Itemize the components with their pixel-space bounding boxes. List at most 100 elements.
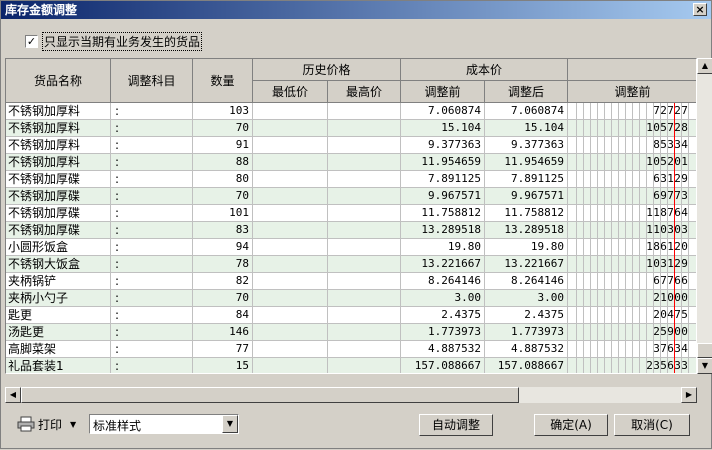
horizontal-scroll-thumb[interactable] [21,387,519,403]
cell-after[interactable]: 9.967571 [485,188,568,205]
cell-amount-before[interactable]: 69773 [568,188,696,205]
table-row[interactable]: 小圆形饭盒:94 19.80 19.80 1 8 6 1 2 0 [6,239,696,256]
table-row[interactable]: 不锈钢加厚料:70 15.104 15.104 1 0 5 7 2 8 [6,120,696,137]
filter-checkbox-row[interactable]: ✓ 只显示当期有业务发生的货品 [25,31,203,51]
cell-account[interactable]: : [111,222,193,239]
table-row[interactable]: 不锈钢加厚碟:101 11.758812 11.758812 1 1 8 7 6 4 [6,205,696,222]
print-button[interactable]: 打印 ▼ [17,414,76,434]
cell-qty[interactable]: 101 [193,205,253,222]
cell-before[interactable]: 13.221667 [401,256,485,273]
cell-name[interactable]: 不锈钢加厚料 [6,120,111,137]
cell-account[interactable]: : [111,256,193,273]
vertical-scroll-thumb[interactable] [697,343,712,358]
cell-qty[interactable]: 70 [193,120,253,137]
col-header-min-price[interactable]: 最低价 [253,81,328,103]
cell-qty[interactable]: 94 [193,239,253,256]
ok-button[interactable]: 确定(A) [534,414,608,436]
auto-adjust-button[interactable]: 自动调整 [419,414,493,436]
table-row[interactable]: 不锈钢加厚料:91 9.377363 9.377363 8 5 3 3 4 [6,137,696,154]
col-header-qty[interactable]: 数量 [193,59,253,103]
cell-name[interactable]: 不锈钢加厚碟 [6,205,111,222]
table-row[interactable]: 礼品套装1:15 157.088667 157.088667 2 3 5 6 3 3 [6,358,696,373]
cell-name[interactable]: 夹柄锅铲 [6,273,111,290]
style-select[interactable]: 标准样式 ▼ [89,414,239,434]
title-bar[interactable]: 库存金额调整 × [1,1,711,19]
col-header-name[interactable]: 货品名称 [6,59,111,103]
cell-after[interactable]: 11.758812 [485,205,568,222]
cell-empty[interactable] [328,205,401,222]
cell-name[interactable]: 夹柄小勺子 [6,290,111,307]
cell-qty[interactable]: 91 [193,137,253,154]
cell-qty[interactable]: 70 [193,188,253,205]
cell-empty[interactable] [328,290,401,307]
cell-account[interactable]: : [111,239,193,256]
cell-qty[interactable]: 70 [193,290,253,307]
cell-after[interactable]: 4.887532 [485,341,568,358]
cell-account[interactable]: : [111,103,193,120]
table-row[interactable]: 不锈钢加厚碟:83 13.289518 13.289518 1 1 0 3 0 3 [6,222,696,239]
cell-empty[interactable] [253,137,328,154]
cell-before[interactable]: 7.060874 [401,103,485,120]
cell-empty[interactable] [253,307,328,324]
cell-empty[interactable] [328,307,401,324]
cell-qty[interactable]: 15 [193,358,253,373]
cell-name[interactable]: 不锈钢加厚料 [6,103,111,120]
cell-name[interactable]: 不锈钢加厚碟 [6,188,111,205]
cell-name[interactable]: 匙更 [6,307,111,324]
cell-name[interactable]: 礼品套装1 [6,358,111,373]
print-dropdown-icon[interactable]: ▼ [70,420,76,429]
cell-empty[interactable] [328,154,401,171]
cell-account[interactable]: : [111,273,193,290]
cell-qty[interactable]: 77 [193,341,253,358]
cancel-button[interactable]: 取消(C) [614,414,690,436]
vertical-scrollbar[interactable]: ▲ ▼ [697,58,712,374]
cell-amount-before[interactable]: 63129 [568,171,696,188]
cell-account[interactable]: : [111,137,193,154]
table-row[interactable]: 不锈钢加厚碟:80 7.891125 7.891125 6 3 1 2 9 [6,171,696,188]
scroll-left-icon[interactable]: ◀ [5,387,21,403]
cell-after[interactable]: 19.80 [485,239,568,256]
close-button[interactable]: × [693,3,707,16]
cell-qty[interactable]: 83 [193,222,253,239]
cell-before[interactable]: 3.00 [401,290,485,307]
cell-before[interactable]: 13.289518 [401,222,485,239]
cell-account[interactable]: : [111,120,193,137]
cell-before[interactable]: 4.887532 [401,341,485,358]
cell-empty[interactable] [253,222,328,239]
cell-after[interactable]: 3.00 [485,290,568,307]
cell-after[interactable]: 1.773973 [485,324,568,341]
cell-before[interactable]: 9.377363 [401,137,485,154]
cell-empty[interactable] [253,154,328,171]
inventory-grid[interactable]: 货品名称 调整科目 数量 历史价格 最低价 最高价 成本价 调整前 调整后 调整… [5,58,697,374]
cell-amount-before[interactable]: 105728 [568,120,696,137]
cell-qty[interactable]: 84 [193,307,253,324]
cell-amount-before[interactable]: 186120 [568,239,696,256]
cell-name[interactable]: 高脚菜架 [6,341,111,358]
cell-amount-before[interactable]: 37634 [568,341,696,358]
cell-account[interactable]: : [111,171,193,188]
cell-qty[interactable]: 103 [193,103,253,120]
table-row[interactable]: 夹柄小勺子:70 3.00 3.00 2 1 0 0 0 [6,290,696,307]
cell-after[interactable]: 9.377363 [485,137,568,154]
col-header-max-price[interactable]: 最高价 [328,81,401,103]
cell-name[interactable]: 小圆形饭盒 [6,239,111,256]
cell-account[interactable]: : [111,324,193,341]
cell-empty[interactable] [328,358,401,373]
scroll-down-icon[interactable]: ▼ [697,358,712,374]
cell-empty[interactable] [328,137,401,154]
cell-amount-before[interactable]: 103129 [568,256,696,273]
filter-checkbox-label[interactable]: 只显示当期有业务发生的货品 [42,31,203,51]
cell-amount-before[interactable]: 110303 [568,222,696,239]
cell-amount-before[interactable]: 105201 [568,154,696,171]
cell-empty[interactable] [253,205,328,222]
cell-empty[interactable] [328,341,401,358]
cell-before[interactable]: 2.4375 [401,307,485,324]
col-header-account[interactable]: 调整科目 [111,59,193,103]
cell-before[interactable]: 19.80 [401,239,485,256]
col-header-amount-before[interactable]: 调整前 [568,81,696,103]
scroll-up-icon[interactable]: ▲ [697,58,712,74]
cell-amount-before[interactable]: 20475 [568,307,696,324]
cell-amount-before[interactable]: 72727 [568,103,696,120]
cell-empty[interactable] [328,103,401,120]
cell-amount-before[interactable]: 235633 [568,358,696,373]
